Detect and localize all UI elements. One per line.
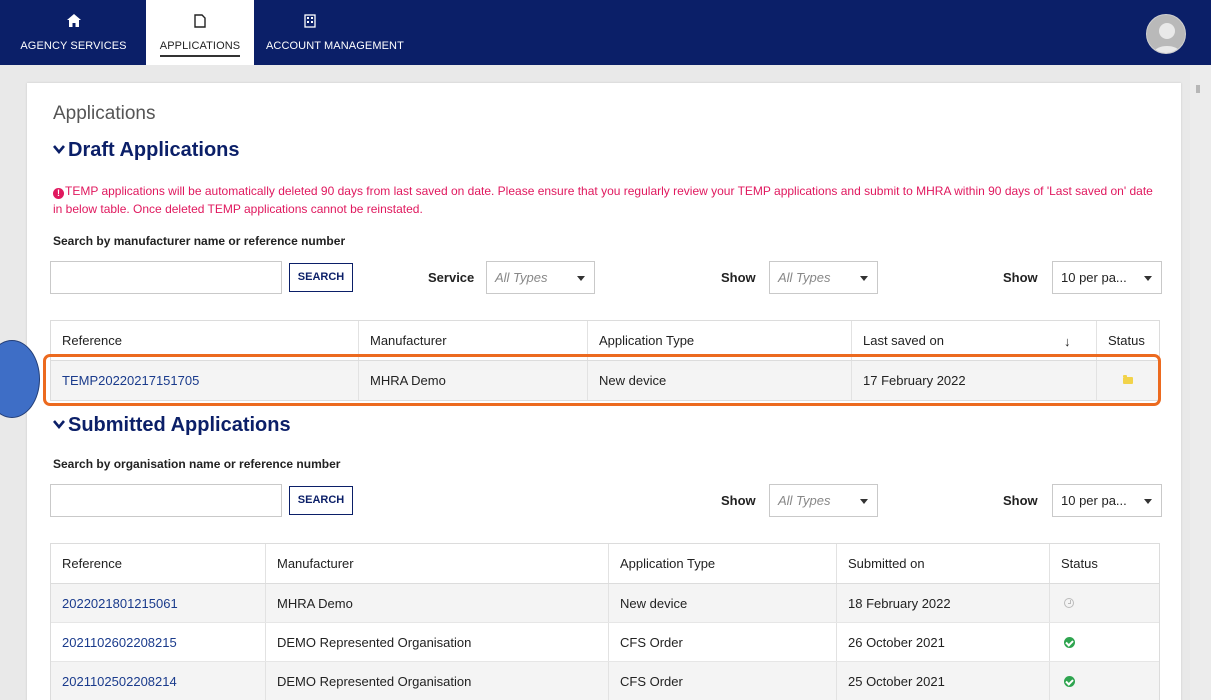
submitted-search-button[interactable]: SEARCH (289, 486, 353, 515)
caret-down-icon (860, 276, 868, 281)
home-icon (0, 14, 147, 27)
row-highlight-box (43, 354, 1161, 406)
chevron-down-icon (53, 137, 65, 160)
select-value: All Types (495, 270, 548, 285)
draft-section-title: Draft Applications (68, 139, 240, 161)
column-header-reference[interactable]: Reference (51, 544, 265, 583)
user-icon (1153, 23, 1181, 53)
submitted-type-filter-select[interactable]: All Types (769, 484, 878, 517)
type-filter-select[interactable]: All Types (769, 261, 878, 294)
submitted-on-cell: 18 February 2022 (836, 584, 1049, 622)
reference-link[interactable]: 2022021801215061 (51, 584, 265, 622)
type-filter-label: Show (721, 270, 756, 285)
nav-label: APPLICATIONS (159, 40, 241, 57)
column-header-manufacturer[interactable]: Manufacturer (265, 544, 608, 583)
service-filter-label: Service (428, 270, 475, 285)
select-value: 10 per pa... (1061, 493, 1127, 508)
manufacturer-cell: MHRA Demo (265, 584, 608, 622)
application-type-cell: New device (608, 584, 836, 622)
page-size-label: Show (1003, 270, 1038, 285)
submitted-search-label: Search by organisation name or reference… (53, 457, 341, 471)
column-header-application-type[interactable]: Application Type (608, 544, 836, 583)
sort-desc-icon[interactable]: ↓ (1064, 334, 1071, 349)
select-value: 10 per pa... (1061, 270, 1127, 285)
user-avatar[interactable] (1146, 14, 1186, 54)
caret-down-icon (860, 499, 868, 504)
submitted-section-toggle[interactable]: Submitted Applications (53, 414, 291, 437)
column-header-submitted-on[interactable]: Submitted on (836, 544, 1049, 583)
warning-icon: ! (53, 188, 64, 199)
reference-link[interactable]: 2021102602208215 (51, 623, 265, 661)
nav-label: ACCOUNT MANAGEMENT (266, 40, 404, 52)
table-header: Reference Manufacturer Application Type … (51, 544, 1159, 584)
draft-search-input[interactable] (50, 261, 282, 294)
page-size-label: Show (1003, 493, 1038, 508)
nav-label: AGENCY SERVICES (20, 40, 127, 52)
draft-search-button[interactable]: SEARCH (289, 263, 353, 292)
scrollbar[interactable] (1190, 65, 1211, 700)
submitted-on-cell: 25 October 2021 (836, 662, 1049, 700)
status-cell (1049, 623, 1161, 661)
nav-item-account-management[interactable]: ACCOUNT MANAGEMENT (254, 0, 426, 65)
caret-down-icon (1144, 276, 1152, 281)
service-filter-select[interactable]: All Types (486, 261, 595, 294)
page-title: Applications (53, 103, 156, 124)
status-cell (1049, 662, 1161, 700)
table-row[interactable]: 2021102602208215 DEMO Represented Organi… (51, 623, 1159, 662)
top-navigation-bar: AGENCY SERVICES APPLICATIONS ACCOUNT MAN… (0, 0, 1211, 65)
draft-section-toggle[interactable]: Draft Applications (53, 139, 240, 162)
application-type-cell: CFS Order (608, 662, 836, 700)
application-type-cell: CFS Order (608, 623, 836, 661)
nav-item-agency-services[interactable]: AGENCY SERVICES (0, 0, 147, 65)
draft-page-size-select[interactable]: 10 per pa... (1052, 261, 1162, 294)
building-icon (194, 14, 426, 28)
manufacturer-cell: DEMO Represented Organisation (265, 662, 608, 700)
submitted-search-input[interactable] (50, 484, 282, 517)
clock-icon (1064, 598, 1074, 608)
select-value: All Types (778, 270, 831, 285)
manufacturer-cell: DEMO Represented Organisation (265, 623, 608, 661)
type-filter-label: Show (721, 493, 756, 508)
check-circle-icon (1064, 636, 1075, 648)
select-value: All Types (778, 493, 831, 508)
caret-down-icon (577, 276, 585, 281)
table-row[interactable]: 2021102502208214 DEMO Represented Organi… (51, 662, 1159, 700)
caret-down-icon (1144, 499, 1152, 504)
nav-item-applications[interactable]: APPLICATIONS (146, 0, 254, 65)
submitted-section-title: Submitted Applications (68, 414, 291, 436)
submitted-on-cell: 26 October 2021 (836, 623, 1049, 661)
table-row[interactable]: 2022021801215061 MHRA Demo New device 18… (51, 584, 1159, 623)
check-circle-icon (1064, 676, 1075, 687)
submitted-applications-table: Reference Manufacturer Application Type … (50, 543, 1160, 700)
submitted-page-size-select[interactable]: 10 per pa... (1052, 484, 1162, 517)
status-cell (1049, 584, 1161, 622)
draft-search-label: Search by manufacturer name or reference… (53, 234, 346, 248)
deletion-warning: ! TEMP applications will be automatically… (53, 182, 1163, 218)
warning-text: TEMP applications will be automatically … (53, 184, 1153, 216)
scroll-up-icon (1196, 85, 1200, 93)
column-header-status[interactable]: Status (1049, 544, 1161, 583)
chevron-down-icon (53, 412, 65, 435)
reference-link[interactable]: 2021102502208214 (51, 662, 265, 700)
